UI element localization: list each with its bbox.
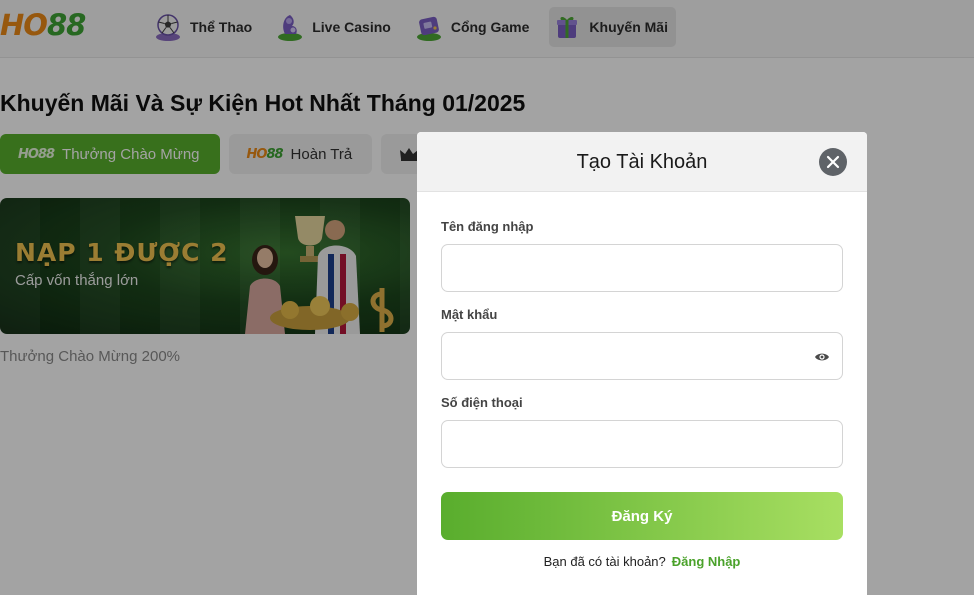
close-icon [826, 155, 840, 169]
phone-field-wrapper [441, 420, 843, 468]
username-label: Tên đăng nhập [441, 219, 534, 234]
password-label: Mật khẩu [441, 307, 498, 322]
username-field-wrapper [441, 244, 843, 292]
modal-title: Tạo Tài Khoản [576, 151, 708, 173]
register-submit-button[interactable]: Đăng Ký [441, 492, 843, 540]
phone-input[interactable] [442, 421, 842, 467]
register-form: Tên đăng nhập Mật khẩu Số điện thoại [441, 218, 843, 482]
register-modal: Tạo Tài Khoản Tên đăng nhập Mật khẩu Số … [417, 132, 867, 595]
password-input[interactable] [442, 333, 842, 379]
login-prompt-text: Bạn đã có tài khoản? [543, 554, 666, 569]
password-field-wrapper [441, 332, 843, 380]
eye-icon[interactable] [814, 349, 830, 365]
close-button[interactable] [819, 148, 847, 176]
login-prompt-line: Bạn đã có tài khoản? Đăng Nhập [417, 554, 867, 569]
username-input[interactable] [442, 245, 842, 291]
phone-label: Số điện thoại [441, 395, 523, 410]
login-link[interactable]: Đăng Nhập [672, 554, 741, 569]
modal-header: Tạo Tài Khoản [417, 132, 867, 192]
